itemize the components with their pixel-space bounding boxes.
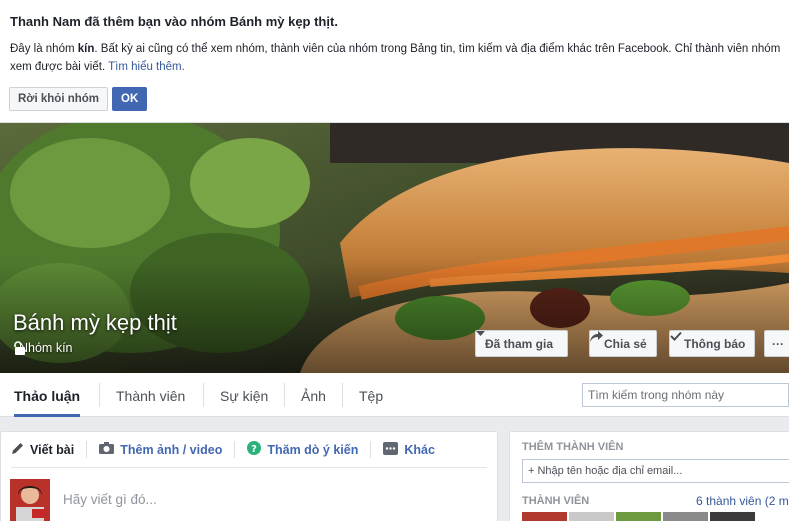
- add-members-input[interactable]: + Nhập tên hoặc địa chỉ email...: [522, 459, 789, 483]
- privacy-label: Nhóm kín: [19, 341, 73, 355]
- leave-group-button[interactable]: Rời khỏi nhóm: [9, 87, 109, 111]
- tab-members[interactable]: Thành viên: [116, 373, 185, 417]
- composer-tab-photo[interactable]: Thêm ảnh / video: [99, 441, 236, 458]
- camera-icon: [99, 442, 115, 457]
- tab-events[interactable]: Sự kiện: [220, 373, 268, 417]
- post-composer: Viết bài Thêm ảnh / video ? Thăm dò ý ki…: [0, 431, 498, 521]
- notifications-label: Thông báo: [684, 336, 746, 351]
- tab-files[interactable]: Tệp: [359, 373, 383, 417]
- notice-text: Đây là nhóm kín. Bất kỳ ai cũng có thể x…: [10, 40, 789, 76]
- member-avatar[interactable]: [569, 512, 614, 521]
- tab-divider: [99, 383, 100, 407]
- share-button[interactable]: Chia sẻ: [589, 330, 657, 357]
- group-search[interactable]: [582, 383, 789, 407]
- pencil-icon: [11, 442, 24, 458]
- tab-divider: [284, 383, 285, 407]
- composer-input[interactable]: Hãy viết gì đó...: [63, 492, 157, 507]
- group-added-notice: Thanh Nam đã thêm bạn vào nhóm Bánh mỳ k…: [0, 0, 789, 123]
- member-avatar[interactable]: [710, 512, 755, 521]
- composer-tab-more[interactable]: Khác: [383, 441, 447, 458]
- joined-label: Đã tham gia: [485, 336, 554, 351]
- group-privacy: Nhóm kín: [14, 341, 73, 355]
- group-tabs: Thảo luận Thành viên Sự kiện Ảnh Tệp: [0, 373, 789, 417]
- more-label: ···: [772, 336, 784, 351]
- members-title: THÀNH VIÊN: [522, 495, 590, 507]
- composer-tab-write-label: Viết bài: [30, 442, 75, 457]
- member-avatar[interactable]: [522, 512, 567, 521]
- group-name: Bánh mỳ kẹp thịt: [13, 310, 177, 335]
- tab-photos[interactable]: Ảnh: [301, 373, 326, 417]
- composer-divider: [11, 467, 487, 468]
- composer-tab-more-label: Khác: [404, 442, 435, 457]
- joined-button[interactable]: Đã tham gia: [475, 330, 569, 357]
- tab-divider: [342, 383, 343, 407]
- more-button[interactable]: ···: [764, 330, 789, 357]
- notice-text-bold: kín: [77, 43, 95, 55]
- composer-tab-poll[interactable]: ? Thăm dò ý kiến: [247, 441, 372, 458]
- notice-title: Thanh Nam đã thêm bạn vào nhóm Bánh mỳ k…: [10, 14, 338, 29]
- tab-discussion[interactable]: Thảo luận: [14, 373, 81, 417]
- add-members-title: THÊM THÀNH VIÊN: [522, 441, 624, 453]
- members-count[interactable]: 6 thành viên (2 m: [696, 494, 789, 508]
- avatar[interactable]: [10, 479, 50, 521]
- cover-photo: Bánh mỳ kẹp thịt Nhóm kín Đã tham gia Ch…: [0, 123, 789, 373]
- poll-icon: ?: [247, 441, 262, 458]
- share-label: Chia sẻ: [604, 336, 647, 351]
- tab-divider: [203, 383, 204, 407]
- composer-tab-write[interactable]: Viết bài: [11, 441, 88, 458]
- svg-text:?: ?: [251, 444, 257, 455]
- group-search-input[interactable]: [583, 384, 773, 406]
- composer-tab-poll-label: Thăm dò ý kiến: [267, 442, 359, 457]
- member-thumbnails: [522, 512, 755, 521]
- notice-text-before: Đây là nhóm: [10, 43, 78, 55]
- composer-tab-photo-label: Thêm ảnh / video: [120, 442, 223, 457]
- member-avatar[interactable]: [616, 512, 661, 521]
- member-avatar[interactable]: [663, 512, 708, 521]
- notifications-button[interactable]: Thông báo: [669, 330, 756, 357]
- more-dots-icon: [383, 441, 399, 458]
- learn-more-link[interactable]: Tìm hiểu thêm.: [108, 61, 185, 73]
- members-panel: THÊM THÀNH VIÊN + Nhập tên hoặc địa chỉ …: [509, 431, 789, 521]
- ok-button[interactable]: OK: [112, 87, 148, 111]
